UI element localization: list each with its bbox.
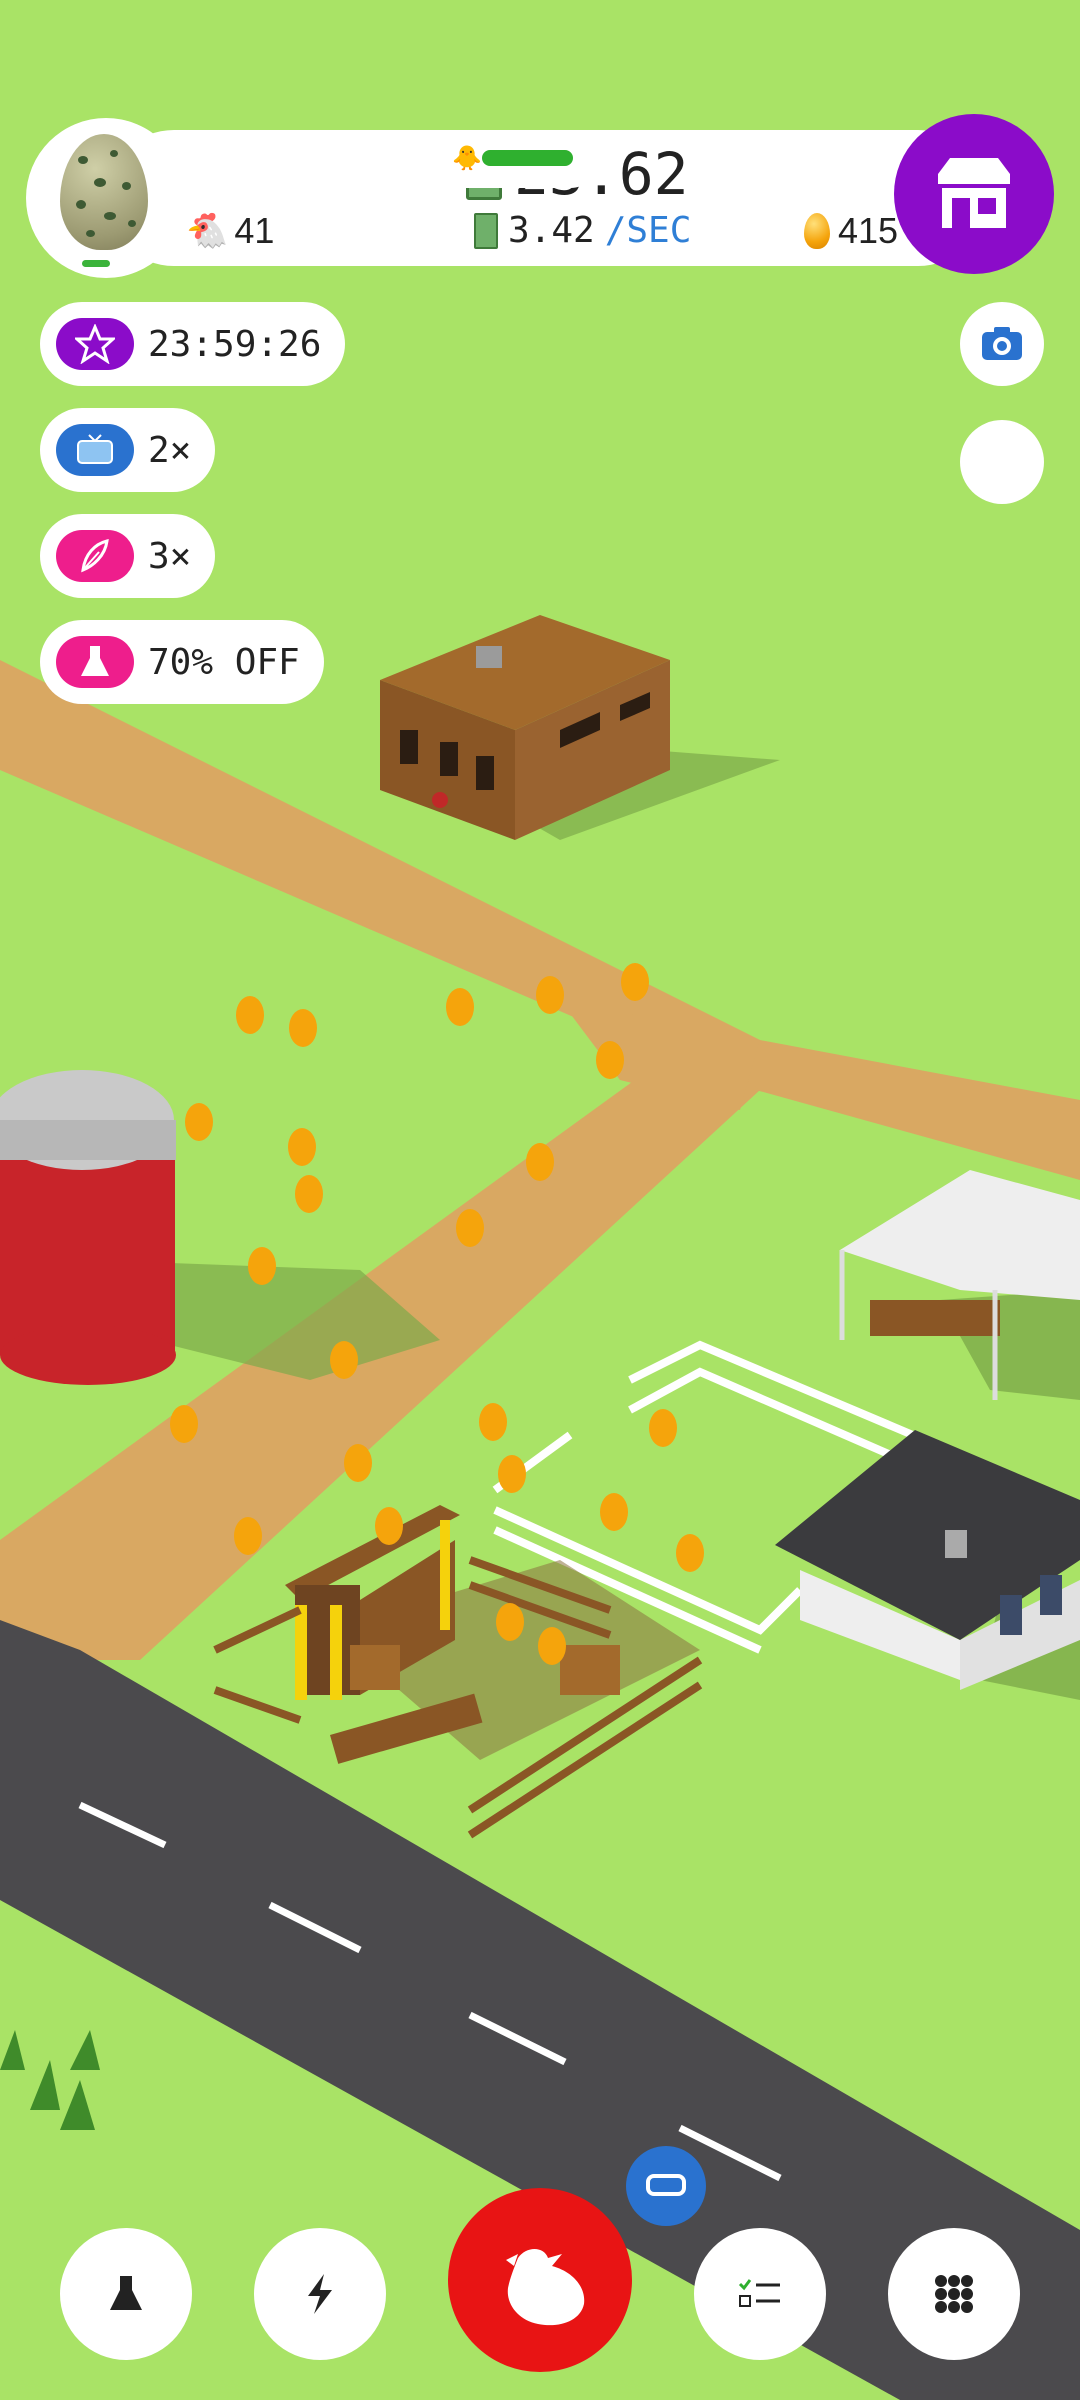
rate-value: 3.42: [508, 210, 595, 251]
flask-icon: [110, 2276, 142, 2310]
tent-roof: [840, 1170, 1080, 1300]
feather-icon: [56, 530, 134, 582]
shop-button[interactable]: [894, 114, 1054, 274]
cash-small-icon: [474, 212, 498, 249]
feather-boost-label: 3×: [148, 535, 192, 577]
event-timer-pill[interactable]: 23:59:26: [40, 302, 346, 386]
camera-icon: [982, 327, 1022, 360]
feather-boost-pill[interactable]: 3×: [40, 514, 216, 598]
income-rate: 3.42/SEC: [474, 210, 691, 251]
missions-button[interactable]: [694, 2228, 826, 2360]
chicken-count: 41: [234, 210, 275, 251]
chicken-counter: 🐔 41: [186, 210, 274, 252]
tv-icon: [56, 424, 134, 476]
chicken-icon: 🐔: [186, 212, 229, 250]
camera-button[interactable]: [960, 302, 1044, 386]
research-button[interactable]: [60, 2228, 192, 2360]
progress-bar: [482, 150, 573, 166]
speckled-egg-icon: [60, 134, 148, 250]
research-discount-label: 70% OFF: [148, 641, 300, 683]
golden-egg-icon: [804, 213, 830, 249]
golden-egg-count: 415: [838, 210, 899, 251]
grid-icon: [935, 2275, 973, 2313]
event-timer-label: 23:59:26: [148, 323, 322, 365]
shop-icon: [938, 158, 1010, 228]
menu-button[interactable]: [888, 2228, 1020, 2360]
chicken-icon: [506, 2249, 585, 2326]
tv-boost-label: 2×: [148, 429, 192, 471]
research-discount-pill[interactable]: 70% OFF: [40, 620, 324, 704]
grass-tufts: [0, 2030, 100, 2130]
tv-boost-pill[interactable]: 2×: [40, 408, 216, 492]
egg-level-bar: [82, 260, 110, 267]
lightning-icon: [308, 2274, 332, 2314]
golden-egg-counter: 415: [804, 210, 898, 252]
tent-table: [870, 1300, 1000, 1336]
empty-side-button[interactable]: [960, 420, 1044, 504]
checklist-icon: [738, 2279, 780, 2307]
chick-icon: 🐥: [452, 145, 482, 172]
flask-icon: [56, 636, 134, 688]
rate-unit: /SEC: [604, 210, 692, 251]
egg-level-button[interactable]: [26, 118, 186, 278]
hatch-chicken-button[interactable]: [448, 2188, 632, 2372]
drone-view-button[interactable]: [626, 2146, 706, 2226]
silo-body: [0, 1140, 175, 1355]
star-icon: [56, 318, 134, 370]
boost-button[interactable]: [254, 2228, 386, 2360]
